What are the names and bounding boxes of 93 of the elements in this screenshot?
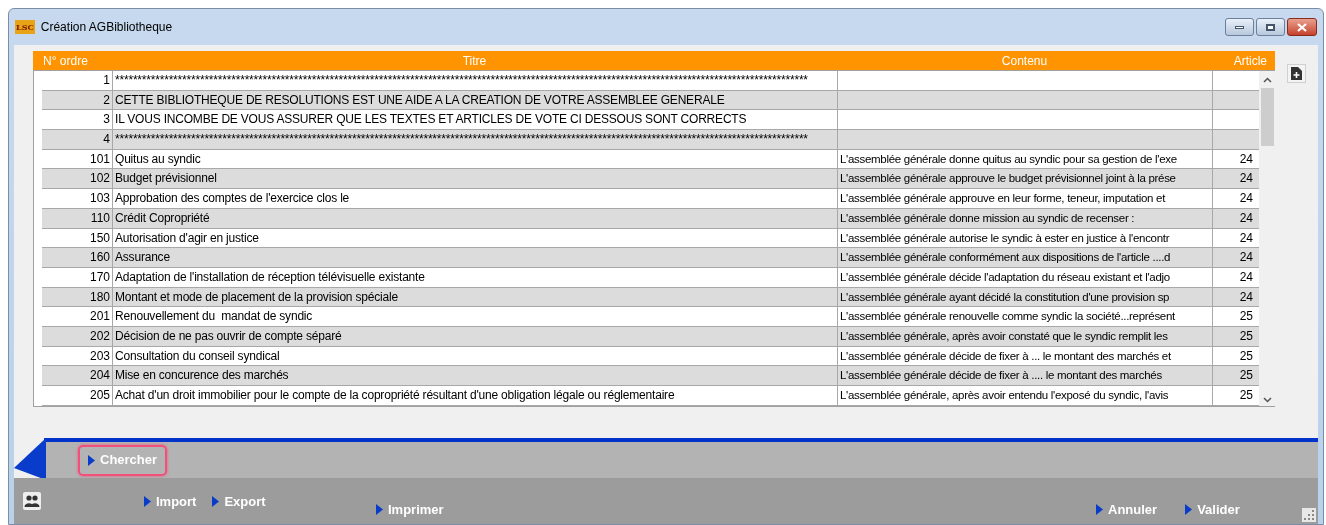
- triangle-icon: [1185, 504, 1193, 516]
- order-number-cell: 4: [103, 132, 110, 147]
- article-cell: 24: [1239, 210, 1253, 225]
- content-cell: L'assemblée générale donne quitus au syndic pour sa gestion de l'exe: [840, 152, 1177, 165]
- content-cell: L'assemblée générale conformément aux dispositions de l'article ....d: [840, 251, 1171, 264]
- article-cell: 25: [1239, 348, 1253, 363]
- scroll-up-icon[interactable]: [1263, 77, 1272, 83]
- order-number-cell: 1: [103, 73, 110, 87]
- article-cell: 24: [1239, 151, 1253, 166]
- content-cell: L'assemblée générale décide de fixer à ... le montant des marchés et: [840, 349, 1171, 362]
- content-cell: L'assemblée générale donne mission au syndic de recenser :: [840, 211, 1135, 224]
- order-number-cell: 205: [89, 388, 110, 402]
- title-cell: Consultation du conseil syndical: [115, 348, 280, 363]
- window-title: Création AGBibliotheque: [40, 19, 173, 36]
- triangle-icon: [376, 504, 383, 516]
- title-cell: Autorisation d'agir en justice: [115, 230, 259, 245]
- order-number-cell: 102: [89, 171, 110, 186]
- order-number-cell: 203: [89, 348, 110, 363]
- article-cell: 24: [1239, 230, 1253, 245]
- order-number-cell: 170: [89, 269, 110, 284]
- title-cell: Adaptation de l'installation de réception télévisuelle existante: [115, 269, 425, 284]
- article-cell: 25: [1239, 388, 1253, 402]
- order-number-cell: 101: [89, 151, 110, 166]
- order-number-cell: 2: [103, 92, 110, 107]
- order-number-cell: 202: [89, 328, 110, 343]
- order-number-cell: 110: [90, 210, 110, 225]
- close-icon: [1297, 22, 1307, 32]
- column-header[interactable]: Article: [1212, 51, 1275, 70]
- close-button[interactable]: [1287, 18, 1317, 36]
- article-cell: 24: [1239, 250, 1253, 265]
- content-cell: L'assemblée générale, après avoir entendu l'exposé du syndic, l'avis: [840, 389, 1169, 401]
- column-header[interactable]: Contenu: [837, 51, 1212, 70]
- title-cell: Budget prévisionnel: [115, 171, 217, 186]
- content-cell: L'assemblée générale ayant décidé la constitution d'une provision sp: [840, 290, 1170, 303]
- scroll-thumb[interactable]: [1261, 88, 1274, 146]
- title-cell: CETTE BIBLIOTHEQUE DE RESOLUTIONS EST UNE AIDE A LA CREATION DE VOTRE ASSEMBLEE GENERALE: [115, 92, 725, 107]
- triangle-icon: [212, 496, 220, 508]
- title-cell: Décision de ne pas ouvrir de compte séparé: [115, 328, 342, 343]
- order-number-cell: 160: [89, 250, 110, 265]
- title-cell: ***********************************************************************************************************************************************************: [115, 73, 808, 87]
- footer-button[interactable]: Imprimer: [376, 500, 444, 520]
- footer-button[interactable]: Annuler: [1096, 500, 1158, 520]
- article-cell: 25: [1239, 328, 1253, 343]
- article-cell: 24: [1239, 289, 1253, 304]
- search-button[interactable]: Chercher: [78, 444, 168, 476]
- order-number-cell: 201: [89, 309, 110, 324]
- title-cell: Quitus au syndic: [115, 151, 201, 166]
- content-cell: L'assemblée générale approuve le budget prévisionnel joint à la prése: [840, 172, 1176, 185]
- scroll-down-icon[interactable]: [1263, 396, 1272, 403]
- app-logo: LSC: [15, 20, 35, 34]
- scrollbar[interactable]: [1259, 71, 1276, 406]
- triangle-icon: [144, 496, 151, 508]
- order-number-cell: 180: [89, 289, 110, 304]
- order-number-cell: 3: [103, 112, 110, 127]
- add-document-button[interactable]: [1287, 64, 1306, 83]
- title-cell: Assurance: [115, 250, 170, 265]
- article-cell: 25: [1239, 309, 1253, 324]
- add-document-icon: [1291, 67, 1302, 80]
- footer-button[interactable]: Valider: [1185, 500, 1240, 520]
- triangle-icon: [88, 454, 95, 466]
- maximize-button[interactable]: [1256, 18, 1285, 36]
- column-header[interactable]: N° ordre: [33, 51, 112, 70]
- title-cell: Mise en concurence des marchés: [115, 368, 289, 383]
- footer-button[interactable]: Import: [144, 492, 197, 512]
- title-cell: ***********************************************************************************************************************************************************: [115, 132, 808, 147]
- title-cell: IL VOUS INCOMBE DE VOUS ASSURER QUE LES TEXTES ET ARTICLES DE VOTE CI DESSOUS SONT CORRECTS: [115, 112, 747, 127]
- article-cell: 24: [1239, 191, 1253, 206]
- minimize-button[interactable]: [1225, 18, 1254, 36]
- maximize-icon: [1266, 23, 1275, 31]
- content-cell: L'assemblée générale décide de fixer à .... le montant des marchés: [840, 369, 1162, 382]
- title-cell: Crédit Copropriété: [115, 210, 210, 225]
- triangle-icon: [1096, 504, 1103, 516]
- title-cell: Approbation des comptes de l'exercice clos le: [115, 191, 350, 206]
- content-cell: L'assemblée générale décide l'adaptation du réseau existant et l'adjo: [840, 270, 1170, 283]
- article-cell: 24: [1239, 171, 1253, 186]
- footer-button[interactable]: Export: [212, 492, 266, 512]
- column-header[interactable]: Titre: [112, 51, 837, 70]
- title-cell: Renouvellement du mandat de syndic: [115, 309, 313, 324]
- order-number-cell: 150: [89, 230, 110, 245]
- content-cell: L'assemblée générale renouvelle comme syndic la société...représent: [840, 310, 1175, 323]
- content-cell: L'assemblée générale, après avoir constaté que le syndic remplit les: [840, 329, 1168, 342]
- order-number-cell: 204: [89, 368, 110, 383]
- users-icon[interactable]: [23, 492, 41, 510]
- title-cell: Montant et mode de placement de la provision spéciale: [115, 289, 398, 304]
- content-cell: L'assemblée générale approuve en leur forme, teneur, imputation et: [840, 192, 1166, 205]
- content-cell: L'assemblée générale autorise le syndic à ester en justice à l'encontr: [840, 231, 1170, 244]
- back-arrow-icon[interactable]: [14, 438, 46, 480]
- resize-grip-icon[interactable]: [1302, 508, 1316, 522]
- title-cell: Achat d'un droit immobilier pour le compte de la copropriété résultant d'une obligation légale ou réglementaire: [115, 388, 675, 402]
- order-number-cell: 103: [89, 191, 110, 206]
- minimize-icon: [1235, 25, 1244, 29]
- article-cell: 24: [1239, 269, 1253, 284]
- article-cell: 25: [1239, 368, 1253, 383]
